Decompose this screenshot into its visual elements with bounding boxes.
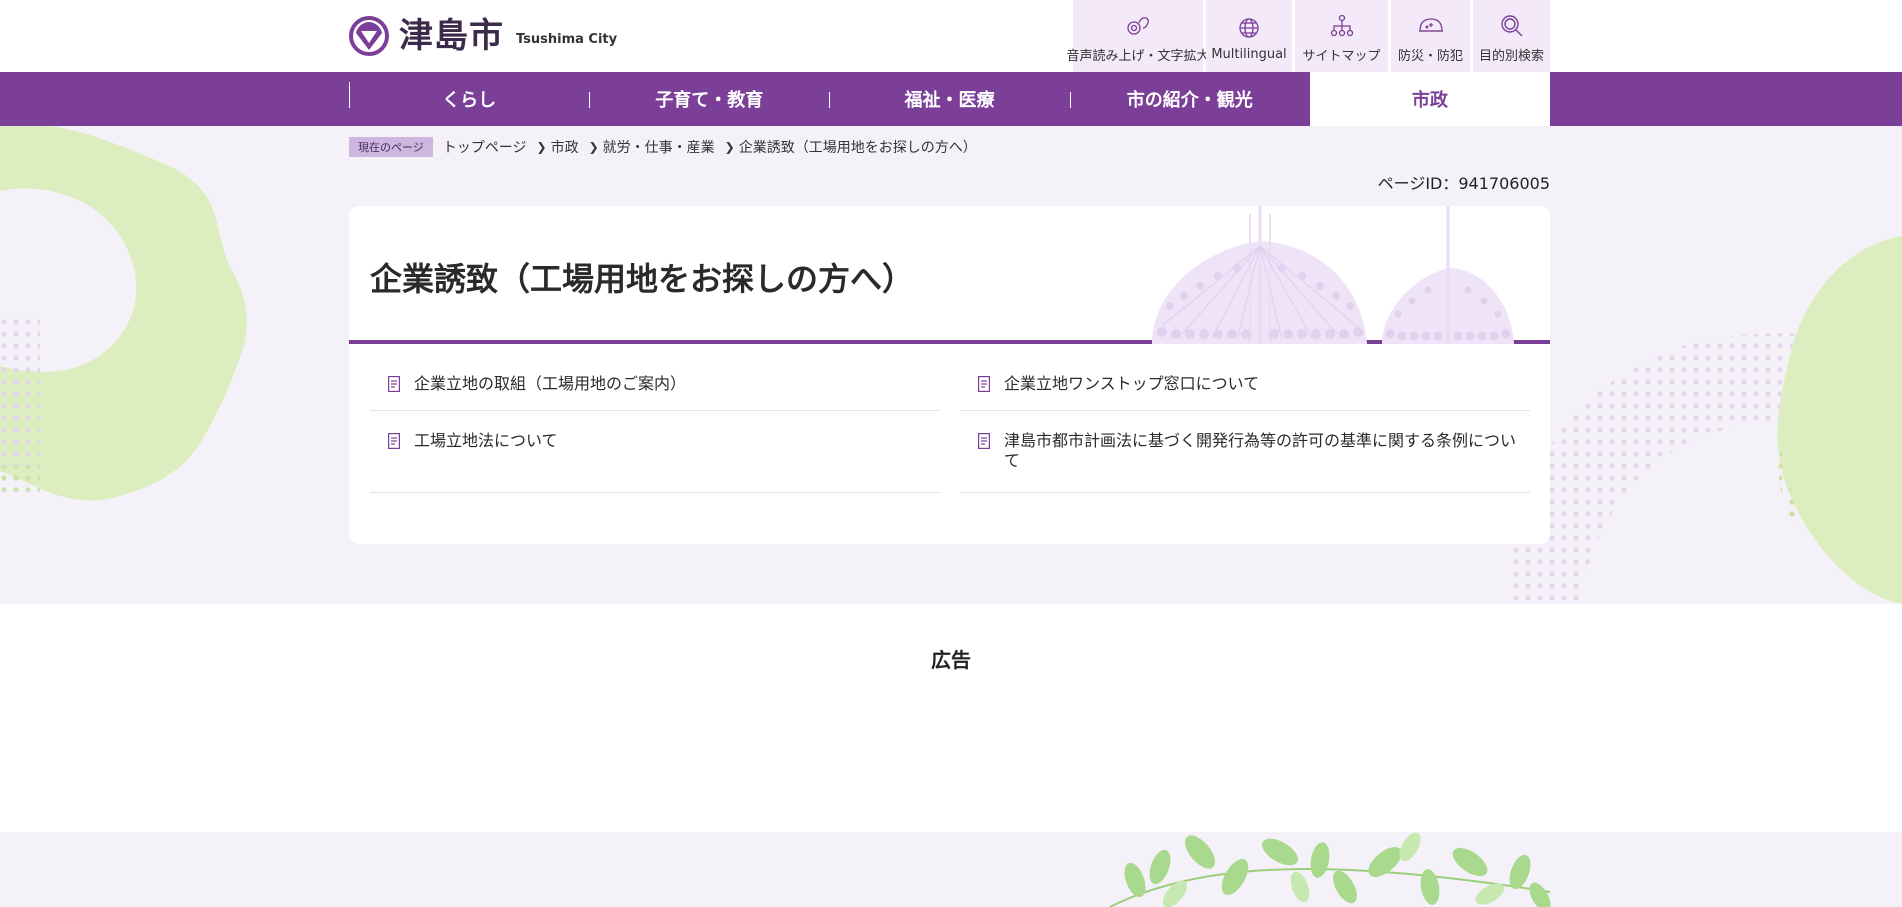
ads-section: 広告: [0, 604, 1902, 832]
util-label: Multilingual: [1211, 46, 1287, 62]
chevron-right-icon: ❯: [724, 140, 735, 154]
nav-item-kosodate[interactable]: 子育て・教育: [589, 72, 829, 126]
nav-label: 子育て・教育: [655, 90, 764, 111]
list-item[interactable]: 津島市都市計画法に基づく開発行為等の許可の基準に関する条例について: [960, 411, 1530, 493]
footer-band: [0, 832, 1902, 907]
link-label: 工場立地法について: [414, 431, 558, 450]
page-title: 企業誘致（工場用地をお探しの方へ）: [370, 260, 915, 298]
breadcrumb-link-shuro[interactable]: 就労・仕事・産業: [603, 137, 715, 157]
multilingual-button[interactable]: Multilingual: [1206, 0, 1292, 72]
festival-lantern-decoration: [1152, 206, 1514, 344]
ads-title: 広告: [931, 648, 971, 672]
nav-divider: [1069, 92, 1071, 108]
document-icon: [388, 376, 400, 392]
nav-item-kurashi[interactable]: くらし: [349, 72, 589, 126]
nav-label: 市の紹介・観光: [1126, 90, 1253, 111]
sitemap-button[interactable]: サイトマップ: [1295, 0, 1388, 72]
nav-divider: [349, 82, 350, 108]
breadcrumb-label: 現在のページ: [349, 137, 433, 157]
speech-zoom-button[interactable]: 音声読み上げ・文字拡大: [1067, 0, 1210, 72]
utility-nav: 音声読み上げ・文字拡大 Multilingual サイトマップ 防災・防犯 目的…: [1067, 0, 1550, 72]
chevron-right-icon: ❯: [536, 140, 547, 154]
purpose-search-button[interactable]: 目的別検索: [1473, 0, 1550, 72]
logo-text-jp: 津島市: [399, 16, 504, 56]
util-label: 音声読み上げ・文字拡大: [1066, 48, 1210, 64]
leaves-decoration: [1109, 832, 1551, 907]
logo-text-en: Tsushima City: [516, 31, 618, 47]
document-icon: [978, 376, 990, 392]
nav-label: くらし: [442, 90, 497, 111]
breadcrumb-link-top[interactable]: トップページ: [443, 137, 527, 157]
city-emblem-icon: [349, 16, 389, 56]
global-nav: くらし 子育て・教育 福祉・医療 市の紹介・観光 市政: [0, 72, 1902, 126]
site-logo[interactable]: 津島市 Tsushima City: [349, 16, 617, 56]
nav-divider: [829, 92, 831, 108]
list-item[interactable]: 企業立地の取組（工場用地のご案内）: [370, 348, 940, 411]
nav-item-shoukai[interactable]: 市の紹介・観光: [1069, 72, 1310, 126]
util-label: サイトマップ: [1302, 48, 1381, 64]
speech-icon: [1127, 16, 1149, 35]
nav-item-fukushi[interactable]: 福祉・医療: [829, 72, 1069, 126]
breadcrumb-current: 企業誘致（工場用地をお探しの方へ）: [738, 140, 977, 156]
disaster-prevention-button[interactable]: 防災・防犯: [1391, 0, 1470, 72]
util-label: 防災・防犯: [1397, 48, 1463, 64]
site-header: 津島市 Tsushima City 音声読み上げ・文字拡大 Multilingu…: [0, 0, 1902, 72]
link-list: 企業立地の取組（工場用地のご案内） 企業立地ワンストップ窓口について 工場立地法…: [370, 348, 1530, 493]
document-icon: [978, 433, 990, 449]
util-label: 目的別検索: [1478, 48, 1544, 64]
card-header: 企業誘致（工場用地をお探しの方へ）: [349, 206, 1550, 344]
breadcrumb: 現在のページ トップページ ❯ 市政 ❯ 就労・仕事・産業 ❯ 企業誘致（工場用…: [349, 137, 977, 157]
sitemap-icon: [1330, 14, 1353, 36]
nav-divider: [589, 92, 591, 108]
search-icon: [1500, 14, 1522, 36]
breadcrumb-link-shisei[interactable]: 市政: [551, 137, 579, 157]
list-item[interactable]: 企業立地ワンストップ窓口について: [960, 348, 1530, 411]
content-card: 企業誘致（工場用地をお探しの方へ） 企業立地の取組（工場用地のご案内） 企業立地…: [349, 206, 1550, 544]
nav-label: 市政: [1411, 90, 1448, 111]
nav-item-shisei[interactable]: 市政: [1309, 72, 1551, 126]
link-label: 企業立地の取組（工場用地のご案内）: [414, 374, 687, 393]
list-item[interactable]: 工場立地法について: [370, 411, 940, 493]
page-id: ページID：941706005: [1377, 174, 1550, 193]
chevron-right-icon: ❯: [588, 140, 599, 154]
link-label: 企業立地ワンストップ窓口について: [1004, 374, 1260, 393]
nav-label: 福祉・医療: [904, 90, 995, 111]
link-label: 津島市都市計画法に基づく開発行為等の許可の基準に関する条例について: [1004, 431, 1517, 470]
document-icon: [388, 433, 400, 449]
globe-icon: [1239, 17, 1259, 38]
disaster-icon: [1418, 17, 1443, 32]
